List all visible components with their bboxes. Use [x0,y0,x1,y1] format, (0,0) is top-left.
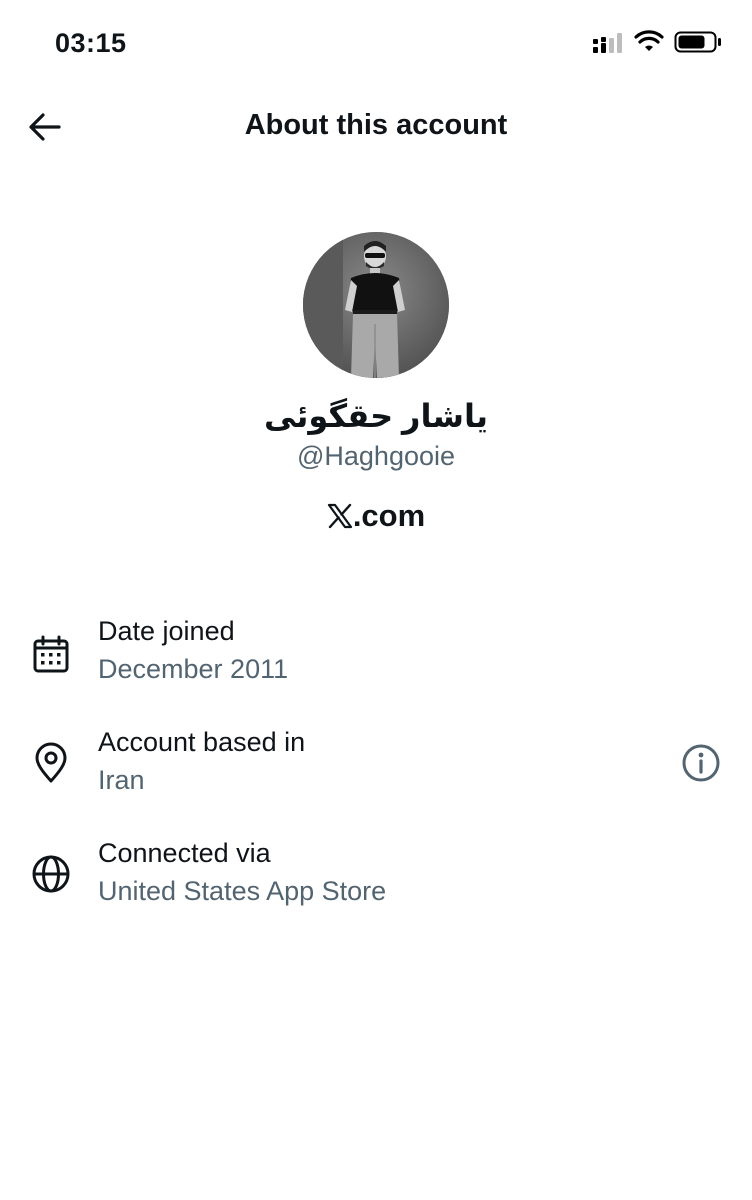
detail-row-date-joined: Date joined December 2011 [0,616,752,716]
wifi-icon [634,30,664,51]
user-handle: @Haghgooie [296,441,456,471]
header: About this account [0,95,752,159]
date-joined-value: December 2011 [98,654,289,684]
connected-via-label: Connected via [98,838,271,868]
status-time: 03:15 [55,28,127,58]
display-name: یاشار حقگوئی [264,398,488,434]
connected-via-value: United States App Store [98,876,387,906]
brand-label: .com [0,498,752,534]
account-based-label: Account based in [98,727,306,757]
date-joined-label: Date joined [98,616,235,646]
system-icons [592,30,722,54]
detail-row-connected-via: Connected via United States App Store [0,838,752,938]
x-logo-icon [327,503,352,529]
calendar-icon [33,635,69,673]
detail-row-account-based: Account based in Iran [0,727,752,827]
battery-icon [674,31,721,53]
info-icon [682,744,720,782]
avatar-photo [303,232,449,378]
globe-icon [32,855,70,893]
info-button[interactable] [680,742,722,784]
page-title: About this account [244,109,508,141]
account-based-value: Iran [98,765,145,795]
location-pin-icon [35,742,67,783]
avatar[interactable] [303,232,449,378]
status-bar: 03:15 [0,0,752,90]
signal-icon [593,33,622,53]
brand-text: .com [352,498,426,533]
